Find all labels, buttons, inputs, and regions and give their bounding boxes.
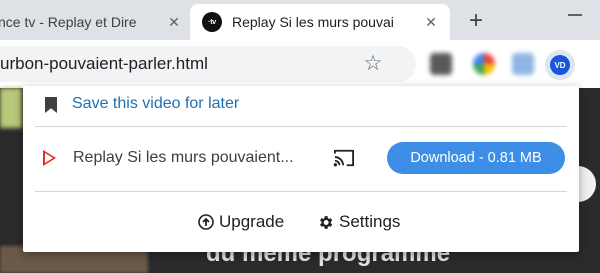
- minimize-window-icon[interactable]: [568, 14, 582, 16]
- download-button[interactable]: Download - 0.81 MB: [387, 142, 565, 174]
- tab-strip: nce tv - Replay et Dire ✕ ·tv Replay Si …: [0, 0, 600, 40]
- cast-icon[interactable]: [333, 148, 355, 168]
- divider: [35, 191, 567, 192]
- settings-button[interactable]: Settings: [317, 212, 400, 232]
- video-downloader-logo-icon: VD: [550, 55, 570, 75]
- address-bar[interactable]: urbon-pouvaient-parler.html ☆: [0, 46, 416, 82]
- extension-icon[interactable]: [430, 53, 452, 75]
- tab-title: nce tv - Replay et Dire: [0, 14, 137, 30]
- settings-label: Settings: [339, 212, 401, 231]
- extension-icon[interactable]: [473, 53, 495, 75]
- play-icon[interactable]: [43, 150, 56, 166]
- upgrade-label: Upgrade: [219, 212, 285, 231]
- url-text: urbon-pouvaient-parler.html: [0, 54, 208, 73]
- close-tab-icon[interactable]: ✕: [423, 15, 439, 29]
- tab-title: Replay Si les murs pouvai: [232, 14, 394, 30]
- tv-favicon-icon: ·tv: [202, 12, 222, 32]
- video-downloader-extension-button[interactable]: VD: [545, 50, 575, 80]
- close-tab-icon[interactable]: ✕: [166, 15, 182, 29]
- bookmark-icon: [45, 97, 57, 113]
- video-downloader-popup: Save this video for later Replay Si les …: [23, 86, 579, 252]
- video-title: Replay Si les murs pouvaient...: [73, 149, 294, 166]
- popup-footer: Upgrade Settings: [23, 193, 579, 252]
- save-for-later-link[interactable]: Save this video for later: [72, 95, 239, 113]
- gear-icon: [320, 215, 333, 229]
- save-for-later-row[interactable]: Save this video for later: [23, 86, 579, 124]
- tab-replay-active[interactable]: ·tv Replay Si les murs pouvai ✕: [190, 4, 450, 40]
- new-tab-button[interactable]: +: [462, 8, 490, 36]
- page-thumbnail: [0, 88, 22, 128]
- upgrade-arrow-icon: [198, 214, 214, 230]
- bookmark-star-icon[interactable]: ☆: [362, 53, 384, 75]
- browser-toolbar: urbon-pouvaient-parler.html ☆ VD: [0, 40, 600, 88]
- upgrade-button[interactable]: Upgrade: [198, 212, 284, 232]
- video-item-row: Replay Si les murs pouvaient... Download…: [23, 127, 579, 191]
- extension-icon[interactable]: [512, 53, 534, 75]
- tab-france-tv[interactable]: nce tv - Replay et Dire ✕: [0, 4, 192, 40]
